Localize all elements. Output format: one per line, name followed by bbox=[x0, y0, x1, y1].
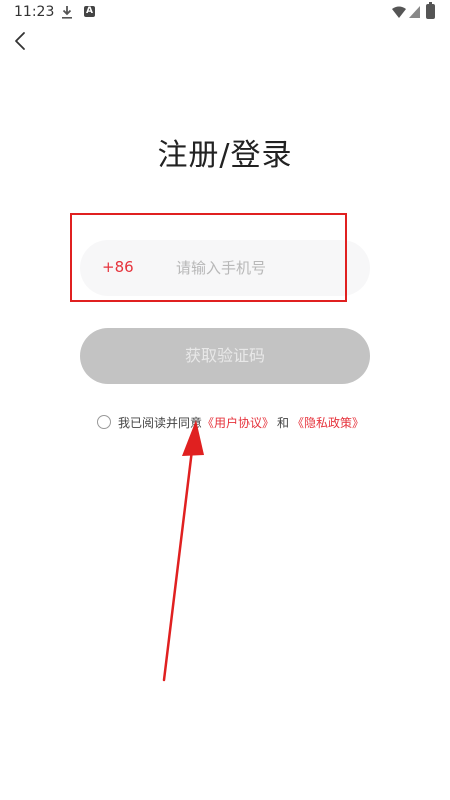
get-code-button[interactable]: 获取验证码 bbox=[80, 328, 370, 384]
status-bar: 11:23 A bbox=[0, 0, 450, 26]
download-icon bbox=[62, 6, 72, 19]
phone-field: +86 bbox=[80, 240, 370, 296]
back-button[interactable] bbox=[8, 28, 34, 54]
agreement-row: 我已阅读并同意《用户协议》和《隐私政策》 bbox=[97, 414, 364, 430]
user-agreement-link[interactable]: 《用户协议》 bbox=[202, 416, 274, 430]
annotation-arrow bbox=[162, 420, 204, 682]
agreement-conjunction: 和 bbox=[277, 416, 290, 430]
agreement-prefix: 我已阅读并同意 bbox=[118, 416, 203, 430]
wifi-icon bbox=[392, 6, 406, 18]
page-title: 注册/登录 bbox=[157, 138, 293, 173]
status-time: 11:23 bbox=[14, 4, 55, 20]
battery-icon bbox=[426, 2, 435, 19]
signal-icon bbox=[409, 6, 420, 18]
chevron-left-icon bbox=[15, 32, 25, 50]
agree-checkbox[interactable] bbox=[97, 414, 111, 429]
app-notification-icon: A bbox=[84, 6, 95, 17]
country-code[interactable]: +86 bbox=[102, 258, 134, 276]
privacy-policy-link[interactable]: 《隐私政策》 bbox=[292, 416, 364, 430]
phone-input[interactable] bbox=[176, 250, 356, 286]
